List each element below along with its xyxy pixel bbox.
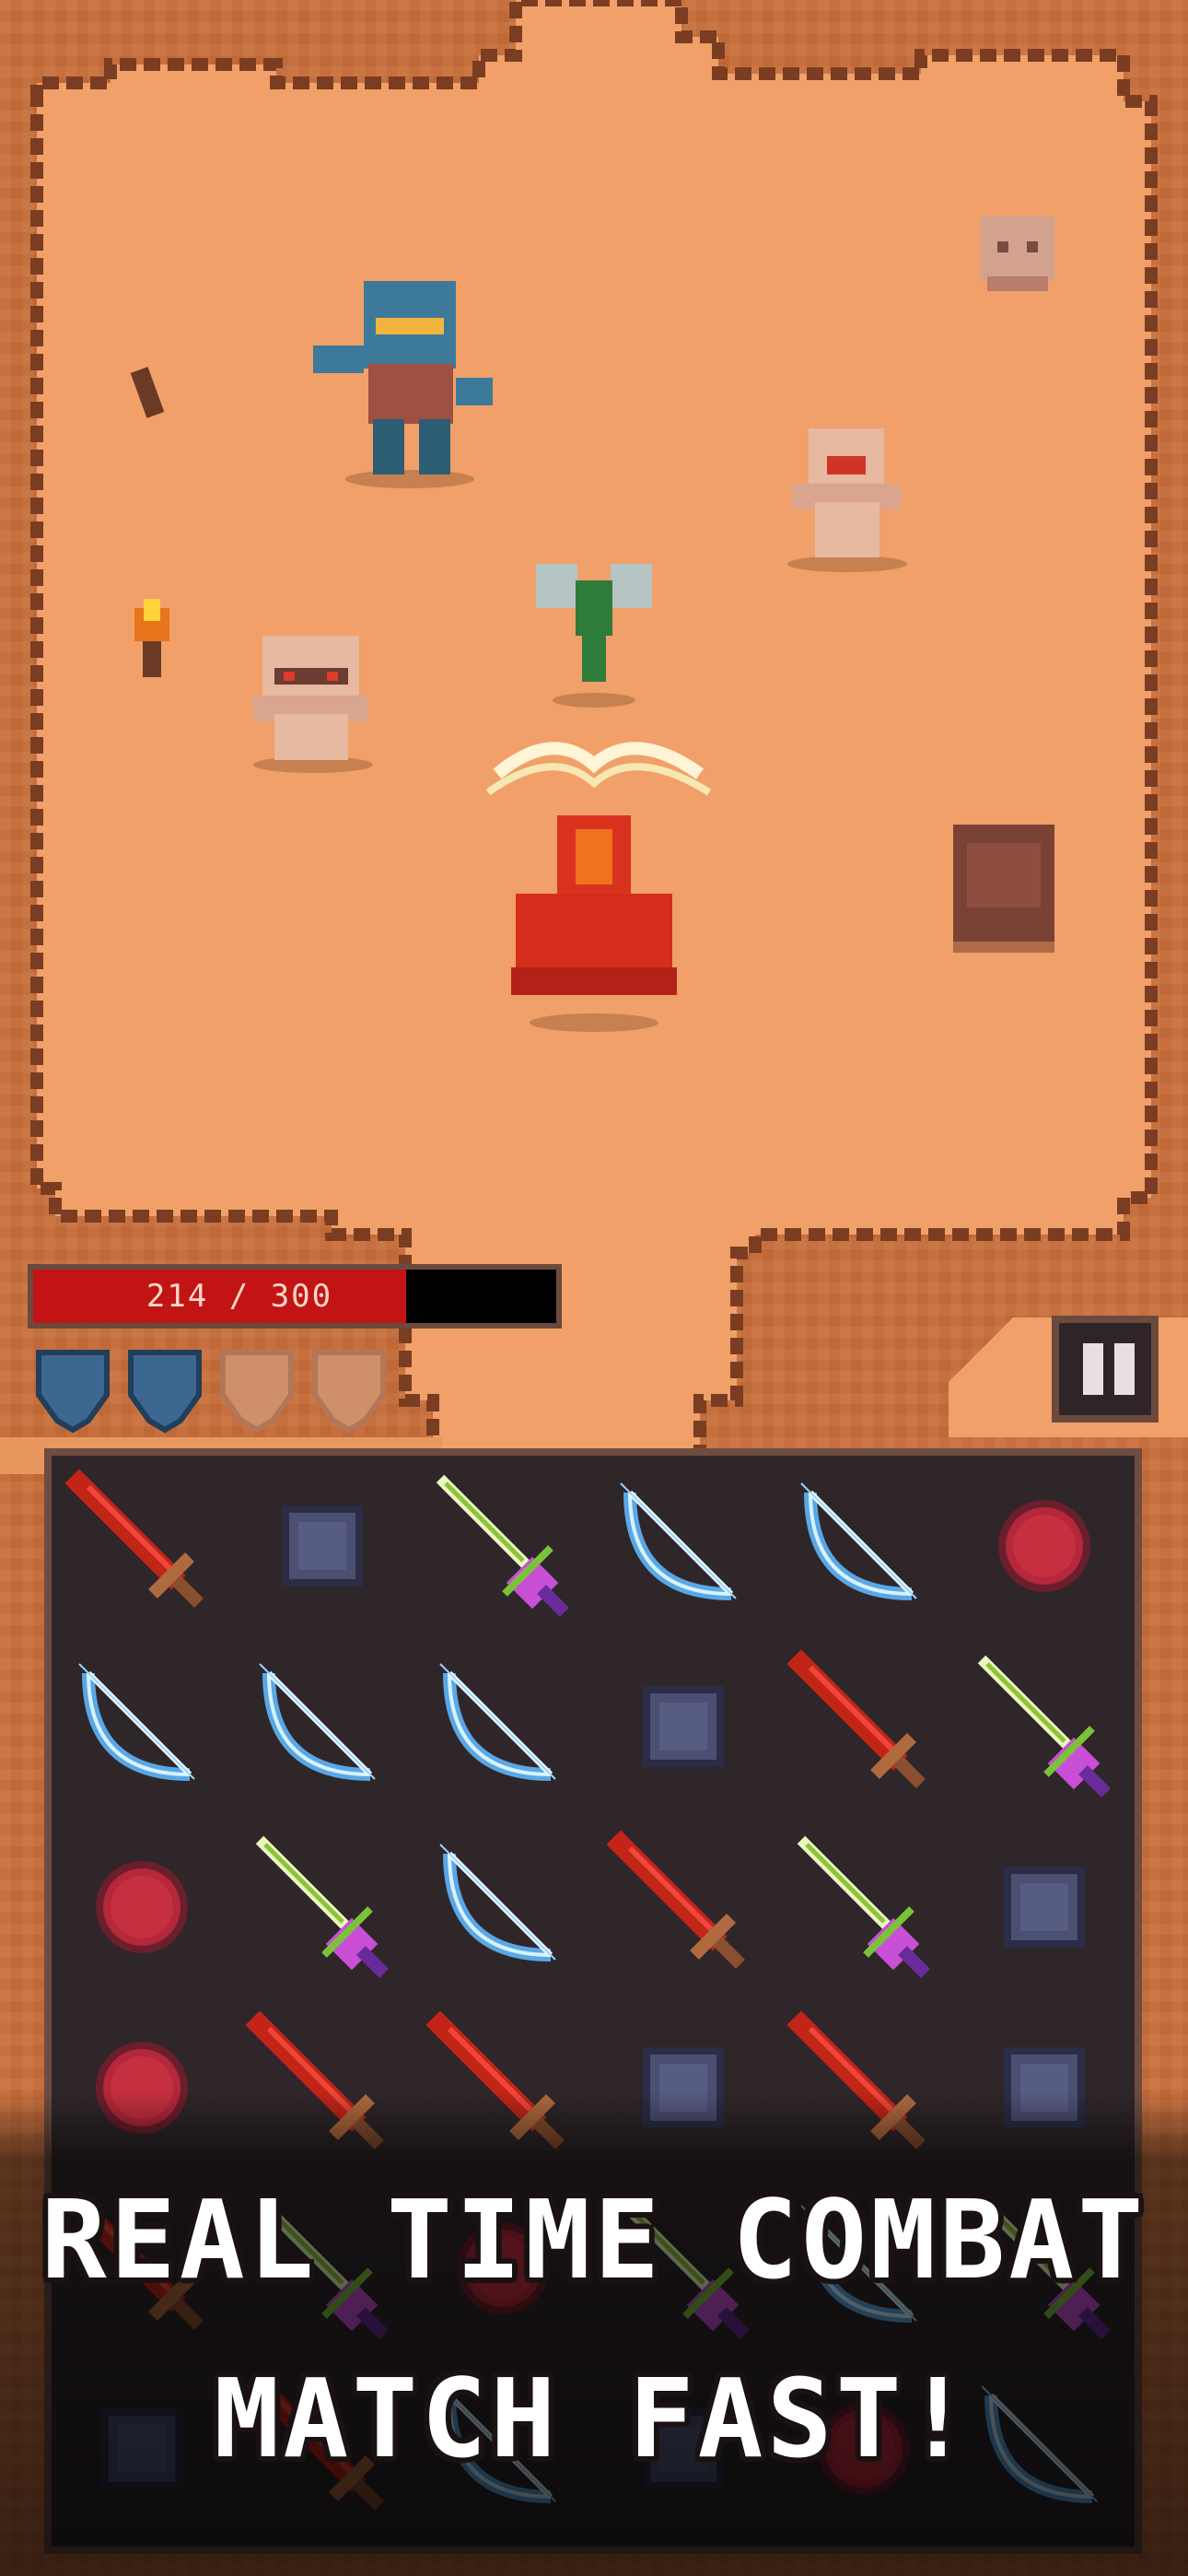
green-sword-tile[interactable] (774, 1817, 954, 1997)
pause-icon (1083, 1343, 1103, 1395)
ice-bow-tile[interactable] (593, 1456, 774, 1636)
pause-icon (1114, 1343, 1135, 1395)
health-bar: 214 / 300 (28, 1264, 562, 1329)
ice-bow-tile[interactable] (413, 1636, 593, 1817)
pause-button[interactable] (1052, 1316, 1159, 1423)
shield-icon (125, 1347, 204, 1435)
shield-empty-icon (309, 1347, 389, 1435)
green-sword-tile[interactable] (954, 1636, 1135, 1817)
blue-block-tile[interactable] (593, 1636, 774, 1817)
armor-shields (33, 1347, 420, 1439)
green-sword-tile[interactable] (413, 1456, 593, 1636)
red-sword-tile[interactable] (774, 1636, 954, 1817)
blue-block-tile[interactable] (232, 1456, 413, 1636)
skull-rock-icon (981, 217, 1054, 291)
green-sword-tile[interactable] (232, 1817, 413, 1997)
red-orb-tile[interactable] (954, 1456, 1135, 1636)
health-text: 214 / 300 (146, 1278, 333, 1315)
ice-bow-tile[interactable] (52, 1636, 232, 1817)
red-orb-tile[interactable] (52, 1817, 232, 1997)
ice-bow-tile[interactable] (232, 1636, 413, 1817)
bottom-shade-overlay (0, 2091, 1188, 2576)
blue-block-tile[interactable] (954, 1817, 1135, 1997)
shield-icon (33, 1347, 112, 1435)
red-sword-tile[interactable] (593, 1817, 774, 1997)
promo-headline-line-1: REAL TIME COMBAT (41, 2176, 1147, 2303)
promo-headline-line-2: MATCH FAST! (214, 2355, 974, 2482)
ice-bow-tile[interactable] (774, 1456, 954, 1636)
shield-empty-icon (217, 1347, 297, 1435)
ice-bow-tile[interactable] (413, 1817, 593, 1997)
tombstone-icon (953, 825, 1054, 953)
red-sword-tile[interactable] (52, 1456, 232, 1636)
